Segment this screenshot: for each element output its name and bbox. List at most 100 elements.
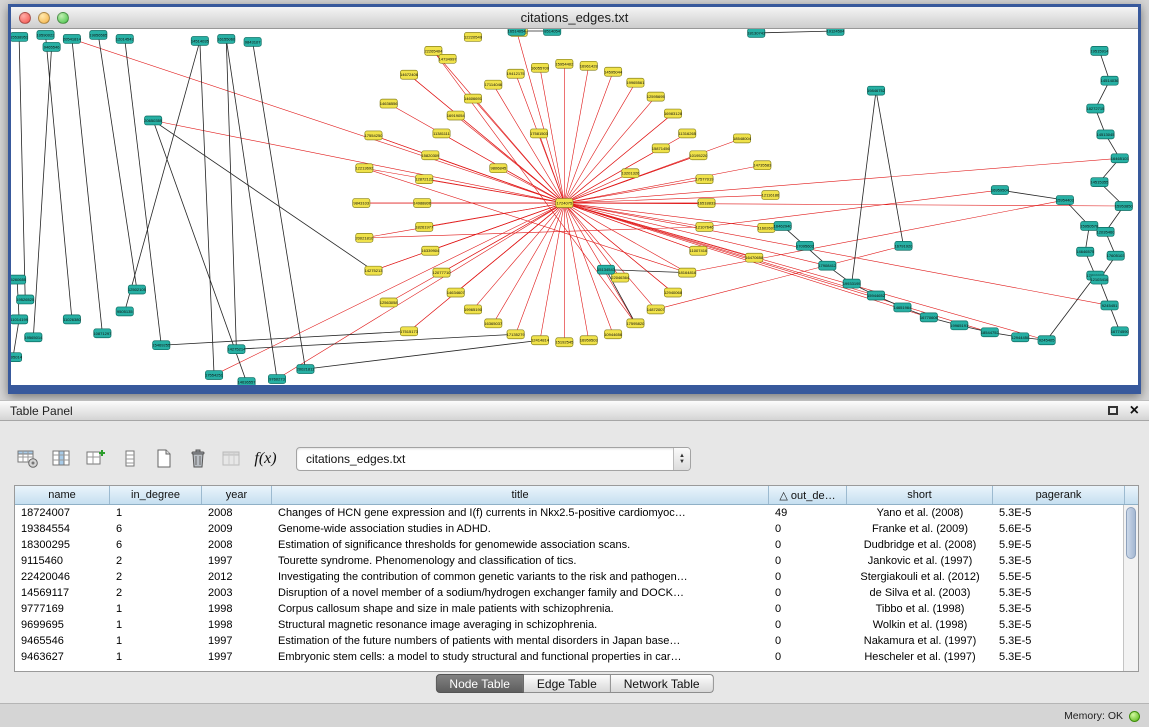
graph-node[interactable]: 14515355: [1090, 178, 1109, 187]
graph-node[interactable]: 19965191: [950, 321, 969, 330]
graph-node[interactable]: 15871456: [652, 144, 671, 153]
graph-node[interactable]: 12077710: [433, 268, 452, 277]
graph-node[interactable]: 19965190: [464, 305, 483, 314]
graph-node[interactable]: 14651964: [893, 303, 912, 312]
table-row[interactable]: 2242004622012Investigating the contribut…: [15, 569, 1123, 585]
zoom-window-button[interactable]: [57, 12, 69, 24]
graph-node[interactable]: 9465546: [43, 42, 60, 51]
column-header-name[interactable]: name: [15, 486, 110, 504]
graph-node[interactable]: 9245451: [1101, 301, 1118, 310]
graph-node[interactable]: 14636557: [238, 378, 257, 385]
graph-node[interactable]: 14735583: [753, 161, 772, 170]
graph-node[interactable]: 12595695: [647, 92, 666, 101]
graph-node[interactable]: 15944652: [867, 291, 886, 300]
import-table-icon[interactable]: [218, 446, 245, 473]
graph-node[interactable]: 14672406: [400, 70, 419, 79]
graph-node[interactable]: 16919054: [447, 111, 466, 120]
graph-node[interactable]: 12872122: [415, 175, 434, 184]
graph-node[interactable]: 17114046: [484, 80, 502, 89]
network-canvas[interactable]: 1724075159544021696142814595044199655611…: [11, 29, 1138, 385]
tab-edge-table[interactable]: Edge Table: [524, 674, 611, 693]
graph-node[interactable]: 15469255: [152, 341, 171, 350]
graph-node[interactable]: 15820309: [421, 151, 440, 160]
minimize-window-button[interactable]: [38, 12, 50, 24]
graph-node[interactable]: 12502105: [128, 285, 147, 294]
graph-node[interactable]: 22265404: [424, 46, 443, 55]
graph-node[interactable]: 14646575: [1076, 247, 1095, 256]
table-selector-combo[interactable]: citations_edges.txt ▲▼: [296, 447, 691, 471]
column-header-in_degree[interactable]: in_degree: [110, 486, 202, 504]
graph-node[interactable]: 9760273: [268, 375, 285, 384]
graph-node[interactable]: 15905014: [11, 353, 23, 362]
graph-node[interactable]: 10944656: [604, 330, 623, 339]
graph-node[interactable]: 9505135: [116, 307, 133, 316]
graph-node[interactable]: 19965561: [626, 78, 645, 87]
graph-node[interactable]: 15954402: [555, 59, 574, 68]
graph-node[interactable]: 19056565: [89, 30, 108, 39]
graph-node[interactable]: 16465103: [1111, 154, 1130, 163]
graph-node[interactable]: 20021810: [355, 233, 374, 242]
graph-node[interactable]: 14514035: [191, 36, 210, 45]
graph-node[interactable]: 19124504: [826, 29, 845, 35]
column-header-out_de[interactable]: △ out_de…: [769, 486, 847, 504]
graph-node[interactable]: 14514036: [1101, 76, 1120, 85]
vertical-scrollbar-thumb[interactable]: [1126, 507, 1136, 559]
graph-node[interactable]: 17605103: [1107, 251, 1126, 260]
graph-node[interactable]: 11026380: [63, 315, 81, 324]
graph-node[interactable]: 12014543: [116, 34, 135, 43]
graph-node[interactable]: 12220549: [464, 32, 483, 41]
graph-node[interactable]: 17515173: [400, 327, 419, 336]
graph-node[interactable]: 1724075: [556, 199, 573, 208]
graph-node[interactable]: 14275213: [364, 266, 383, 275]
function-builder-icon[interactable]: f(x): [252, 446, 279, 473]
table-row[interactable]: 969969511998Structural magnetic resonanc…: [15, 617, 1123, 633]
graph-node[interactable]: 20021811: [297, 365, 315, 374]
table-row[interactable]: 1456911722003Disruption of a novel membe…: [15, 585, 1123, 601]
graph-node[interactable]: 17577019: [695, 175, 714, 184]
graph-node[interactable]: 17595820: [626, 319, 645, 328]
graph-node[interactable]: 16961428: [580, 61, 599, 70]
graph-node[interactable]: 16518833: [698, 199, 717, 208]
float-panel-icon[interactable]: [1108, 406, 1118, 415]
graph-node[interactable]: 8514054: [544, 29, 561, 35]
delete-table-icon[interactable]: [184, 446, 211, 473]
graph-node[interactable]: 15953850: [1115, 202, 1134, 211]
table-row[interactable]: 1830029562008Estimation of significance …: [15, 537, 1123, 553]
graph-node[interactable]: 12563058: [380, 298, 399, 307]
column-header-year[interactable]: year: [202, 486, 272, 504]
graph-node[interactable]: 12414814: [531, 336, 550, 345]
tab-network-table[interactable]: Network Table: [611, 674, 714, 693]
graph-node[interactable]: 18272715: [1086, 104, 1105, 113]
row-height-icon[interactable]: [116, 446, 143, 473]
graph-node[interactable]: 10195220: [689, 151, 708, 160]
graph-node[interactable]: 22046364: [611, 273, 630, 282]
graph-node[interactable]: 15192545: [555, 338, 574, 347]
graph-node[interactable]: 11381111: [433, 129, 451, 138]
graph-node[interactable]: 15954403: [1056, 196, 1075, 205]
new-column-icon[interactable]: [82, 446, 109, 473]
graph-node[interactable]: 18261977: [415, 222, 434, 231]
window-titlebar[interactable]: citations_edges.txt: [11, 7, 1138, 29]
table-row[interactable]: 946362711997Embryonic stem cells: a mode…: [15, 649, 1123, 665]
graph-node[interactable]: 12213692: [355, 164, 374, 173]
graph-node[interactable]: 17581503: [530, 129, 549, 138]
table-options-icon[interactable]: [14, 446, 41, 473]
graph-node[interactable]: 14634607: [447, 288, 466, 297]
close-window-button[interactable]: [19, 12, 31, 24]
graph-node[interactable]: 16462940: [774, 221, 793, 230]
graph-node[interactable]: 16470658: [745, 253, 764, 262]
graph-node[interactable]: 19412175: [507, 69, 526, 78]
graph-node[interactable]: 12944450: [1011, 333, 1030, 342]
graph-node[interactable]: 16774590: [1111, 327, 1130, 336]
graph-node[interactable]: 12103416: [1090, 275, 1109, 284]
graph-node[interactable]: 14636556: [380, 99, 399, 108]
graph-node[interactable]: 16983128: [664, 109, 683, 118]
graph-node[interactable]: 11014199: [11, 315, 29, 324]
graph-node[interactable]: 12035460: [1097, 227, 1116, 236]
graph-node[interactable]: 9806845: [490, 164, 507, 173]
graph-node[interactable]: 12107646: [695, 222, 714, 231]
graph-node[interactable]: 14513045: [1097, 130, 1116, 139]
graph-node[interactable]: 16770606: [920, 313, 939, 322]
graph-node[interactable]: 17554250: [364, 131, 383, 140]
graph-node[interactable]: 11007416: [690, 246, 708, 255]
